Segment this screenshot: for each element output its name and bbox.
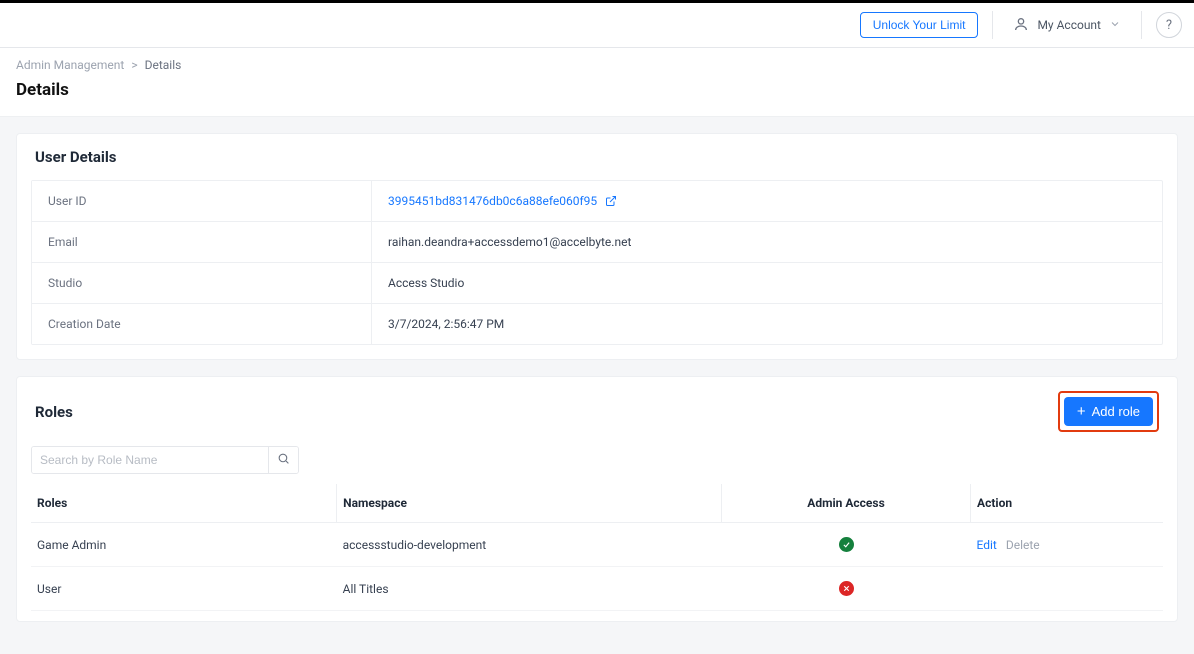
detail-row-user-id: User ID 3995451bd831476db0c6a88efe060f95: [32, 181, 1162, 222]
roles-table: Roles Namespace Admin Access Action Game…: [31, 484, 1163, 611]
role-search-button[interactable]: [268, 447, 298, 473]
col-header-admin: Admin Access: [722, 484, 971, 523]
roles-card: Roles + Add role Roles: [16, 376, 1178, 622]
check-circle-icon: [839, 537, 854, 552]
cell-action: [971, 567, 1163, 611]
breadcrumb-separator: >: [131, 58, 137, 72]
account-label: My Account: [1037, 18, 1101, 32]
detail-label: User ID: [32, 181, 372, 221]
table-row: User All Titles: [31, 567, 1163, 611]
detail-row-creation-date: Creation Date 3/7/2024, 2:56:47 PM: [32, 304, 1162, 344]
divider: [1141, 11, 1142, 39]
page-title: Details: [16, 80, 1178, 100]
external-link-icon[interactable]: [605, 195, 617, 207]
cell-admin-access: [722, 523, 971, 567]
detail-value: 3/7/2024, 2:56:47 PM: [372, 304, 1162, 344]
breadcrumb-current: Details: [145, 58, 182, 72]
detail-row-email: Email raihan.deandra+accessdemo1@accelby…: [32, 222, 1162, 263]
divider: [992, 11, 993, 39]
detail-label: Studio: [32, 263, 372, 303]
cell-namespace: All Titles: [337, 567, 722, 611]
add-role-button[interactable]: + Add role: [1064, 397, 1153, 426]
user-details-card: User Details User ID 3995451bd831476db0c…: [16, 133, 1178, 360]
cell-role: Game Admin: [31, 523, 337, 567]
add-role-highlight: + Add role: [1058, 391, 1159, 432]
detail-value: raihan.deandra+accessdemo1@accelbyte.net: [372, 222, 1162, 262]
edit-role-link[interactable]: Edit: [977, 538, 997, 552]
detail-row-studio: Studio Access Studio: [32, 263, 1162, 304]
user-icon: [1013, 16, 1029, 35]
table-row: Game Admin accessstudio-development Edit…: [31, 523, 1163, 567]
my-account-dropdown[interactable]: My Account: [1007, 12, 1127, 39]
detail-label: Email: [32, 222, 372, 262]
user-details-title: User Details: [17, 134, 1177, 180]
plus-icon: +: [1077, 404, 1086, 419]
role-search: [31, 446, 299, 474]
top-bar: Unlock Your Limit My Account ?: [0, 0, 1194, 48]
breadcrumb-root[interactable]: Admin Management: [16, 58, 124, 72]
search-icon: [277, 452, 290, 468]
col-header-roles: Roles: [31, 484, 337, 523]
help-button[interactable]: ?: [1156, 12, 1182, 38]
col-header-namespace: Namespace: [337, 484, 722, 523]
breadcrumb: Admin Management > Details: [16, 58, 1178, 72]
cell-role: User: [31, 567, 337, 611]
cell-action: Edit Delete: [971, 523, 1163, 567]
roles-title: Roles: [35, 403, 73, 421]
page-header: Admin Management > Details Details: [0, 48, 1194, 117]
chevron-down-icon: [1109, 18, 1121, 33]
content-area: User Details User ID 3995451bd831476db0c…: [0, 117, 1194, 654]
x-circle-icon: [839, 581, 854, 596]
delete-role-link[interactable]: Delete: [1006, 538, 1040, 552]
user-id-link[interactable]: 3995451bd831476db0c6a88efe060f95: [388, 194, 597, 208]
detail-label: Creation Date: [32, 304, 372, 344]
detail-value: Access Studio: [372, 263, 1162, 303]
add-role-label: Add role: [1092, 404, 1140, 419]
unlock-limit-button[interactable]: Unlock Your Limit: [860, 12, 979, 38]
user-details-table: User ID 3995451bd831476db0c6a88efe060f95…: [31, 180, 1163, 345]
cell-admin-access: [722, 567, 971, 611]
cell-namespace: accessstudio-development: [337, 523, 722, 567]
col-header-action: Action: [971, 484, 1163, 523]
role-search-input[interactable]: [32, 447, 268, 473]
